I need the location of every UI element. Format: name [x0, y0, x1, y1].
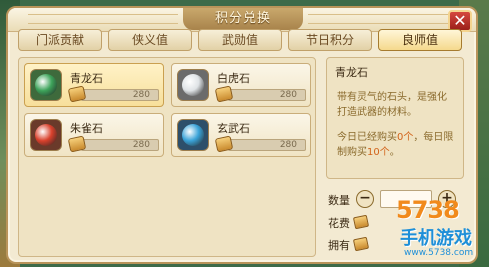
limit-prefix: 今日已经购买	[337, 132, 397, 143]
title-ornament-left	[28, 14, 178, 24]
dialog-title: 积分兑换	[183, 8, 303, 30]
purchase-limit-text: 今日已经购买0个，每日限制购买10个。	[335, 130, 455, 160]
item-icon	[30, 69, 62, 101]
blue-stone-icon	[182, 124, 204, 146]
item-xuanwu-stone[interactable]: 玄武石 280	[171, 113, 311, 157]
item-grid: 青龙石 280 白虎石 280 朱雀石 280 玄武石 280	[18, 57, 316, 257]
watermark-text: 手机游戏	[400, 228, 472, 249]
currency-tabs: 门派贡献 侠义值 武勋值 节日积分 良师值	[18, 29, 464, 53]
item-zhuque-stone[interactable]: 朱雀石 280	[24, 113, 164, 157]
bought-count: 0个	[397, 132, 414, 143]
detail-description: 带有灵气的石头，是强化打造武器的材料。	[337, 92, 447, 118]
coin-icon	[352, 236, 370, 252]
watermark-number: 5738	[396, 196, 460, 224]
item-name: 白虎石	[217, 72, 250, 85]
item-price: 280	[228, 89, 306, 101]
item-price: 280	[81, 89, 159, 101]
item-price: 280	[81, 139, 159, 151]
item-icon	[177, 119, 209, 151]
item-icon	[177, 69, 209, 101]
tab-festival-points[interactable]: 节日积分	[288, 29, 372, 51]
decrease-button[interactable]: −	[356, 190, 374, 208]
limit-count: 10个	[367, 147, 390, 158]
coin-icon	[352, 214, 370, 230]
item-name: 朱雀石	[70, 122, 103, 135]
item-detail-panel: 青龙石 带有灵气的石头，是强化打造武器的材料。 今日已经购买0个，每日限制购买1…	[326, 57, 464, 179]
detail-item-name: 青龙石	[335, 66, 368, 79]
tab-chivalry[interactable]: 侠义值	[108, 29, 192, 51]
item-price: 280	[228, 139, 306, 151]
item-baihu-stone[interactable]: 白虎石 280	[171, 63, 311, 107]
tab-sect-contribution[interactable]: 门派贡献	[18, 29, 102, 51]
green-stone-icon	[35, 74, 57, 96]
limit-suffix: 。	[389, 147, 400, 158]
quantity-label: 数量	[328, 194, 350, 207]
red-stone-icon	[35, 124, 57, 146]
title-ornament-right	[308, 14, 458, 24]
item-qinglong-stone[interactable]: 青龙石 280	[24, 63, 164, 107]
item-icon	[30, 119, 62, 151]
item-name: 青龙石	[70, 72, 103, 85]
white-stone-icon	[182, 74, 204, 96]
tab-merit[interactable]: 武勋值	[198, 29, 282, 51]
cost-label: 花费	[328, 217, 350, 230]
owned-label: 拥有	[328, 239, 350, 252]
site-watermark-logo: 5738 手机游戏 www.5738.com	[396, 196, 486, 264]
watermark-url: www.5738.com	[404, 248, 474, 258]
item-name: 玄武石	[217, 122, 250, 135]
tab-mentor-points[interactable]: 良师值	[378, 29, 462, 51]
